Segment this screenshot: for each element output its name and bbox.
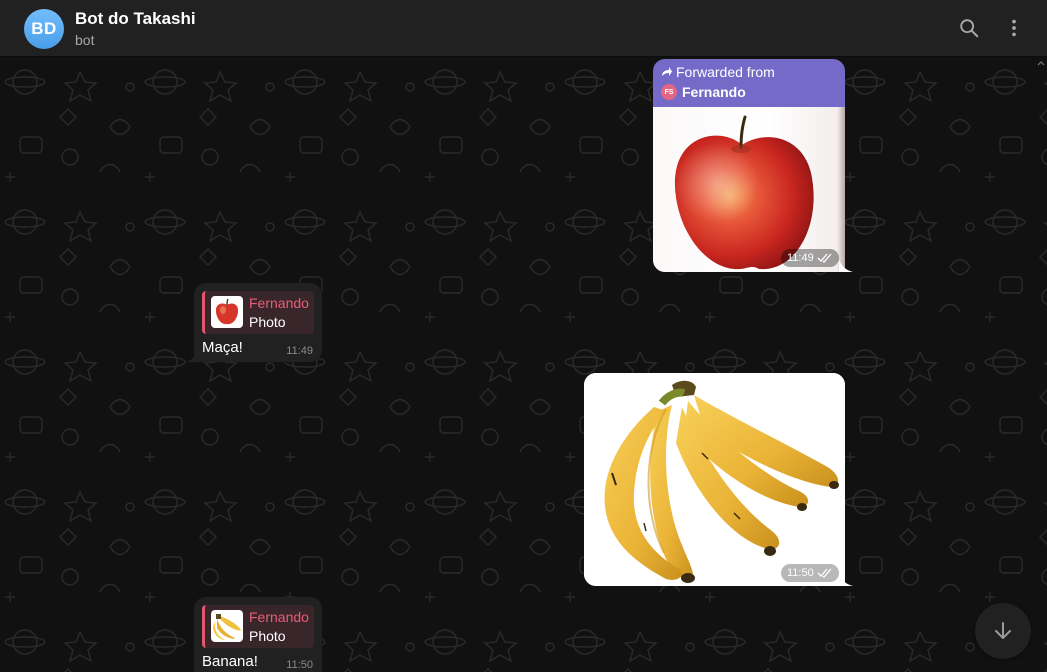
search-icon xyxy=(960,19,979,38)
forward-header[interactable]: Forwarded from FS Fernando xyxy=(653,59,845,107)
bubble-tail xyxy=(839,574,853,586)
message-time-text: 11:50 xyxy=(787,567,814,579)
message-time: 11:49 xyxy=(781,249,839,267)
forward-source-name[interactable]: Fernando xyxy=(682,84,746,100)
bot-avatar[interactable]: BD xyxy=(24,9,64,49)
forwarded-photo-message[interactable]: Forwarded from FS Fernando 11:49 xyxy=(653,59,845,272)
scroll-to-bottom-button[interactable] xyxy=(975,603,1031,659)
more-menu-button[interactable] xyxy=(998,12,1030,44)
forward-arrow-icon xyxy=(662,67,672,76)
double-check-icon xyxy=(817,253,832,263)
reply-quote[interactable]: Fernando Photo xyxy=(202,605,314,648)
arrow-down-icon xyxy=(995,622,1011,639)
reply-thumbnail xyxy=(211,296,243,328)
apple-image xyxy=(674,115,814,270)
telegram-window: BD Bot do Takashi bot Forwarded from FS … xyxy=(0,0,1047,672)
message-time-text: 11:49 xyxy=(787,252,814,264)
scrollbar[interactable] xyxy=(1035,57,1047,672)
incoming-message[interactable]: Fernando Photo Maça! 11:49 xyxy=(194,283,322,362)
search-button[interactable] xyxy=(953,12,985,44)
double-check-icon xyxy=(817,568,832,578)
forwarded-label: Forwarded from xyxy=(676,64,775,80)
message-time: 11:50 xyxy=(286,659,313,671)
message-list[interactable] xyxy=(0,57,1047,672)
message-time: 11:49 xyxy=(286,345,313,357)
reply-thumbnail xyxy=(211,610,243,642)
scroll-up-arrow-icon[interactable] xyxy=(1037,60,1045,66)
banana-thumb xyxy=(213,614,241,640)
apple-thumb xyxy=(215,298,239,325)
chat-background-pattern xyxy=(0,57,1047,672)
chat-title[interactable]: Bot do Takashi xyxy=(75,9,196,29)
reply-author: Fernando xyxy=(249,609,309,625)
bubble-tail xyxy=(839,260,853,272)
photo-message[interactable]: 11:50 xyxy=(584,373,845,586)
message-time: 11:50 xyxy=(781,564,839,582)
bubble-tail xyxy=(186,350,198,362)
chat-header: BD Bot do Takashi bot xyxy=(0,0,1047,57)
forward-source-avatar: FS xyxy=(661,84,677,100)
more-vertical-icon xyxy=(1012,19,1016,37)
reply-media-type: Photo xyxy=(249,314,286,330)
banana-image xyxy=(584,373,845,586)
message-text: Banana! xyxy=(202,653,258,670)
reply-quote[interactable]: Fernando Photo xyxy=(202,291,314,334)
incoming-message[interactable]: Fernando Photo Banana! 11:50 xyxy=(194,597,322,672)
reply-media-type: Photo xyxy=(249,628,286,644)
chat-subtitle: bot xyxy=(75,32,95,48)
reply-author: Fernando xyxy=(249,295,309,311)
message-text: Maça! xyxy=(202,339,243,356)
apple-photo[interactable]: 11:49 xyxy=(653,107,845,272)
